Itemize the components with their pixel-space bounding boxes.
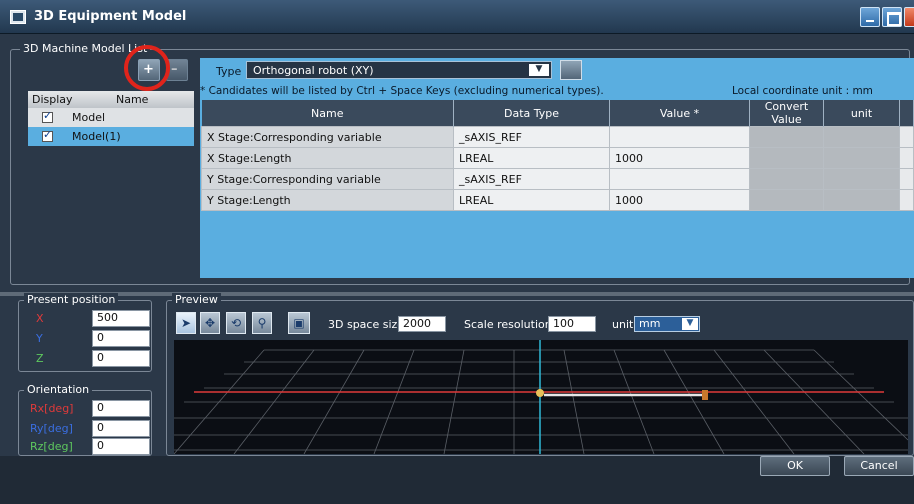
extra-column-header [899,100,914,127]
rx-label: Rx[deg] [30,402,74,415]
unit-label: unit [612,318,634,331]
model-list-row[interactable]: Model(1) [28,127,194,146]
delete-icon: – [171,62,178,77]
param-name: Y Stage:Corresponding variable [201,168,454,190]
stage-end-marker [702,390,708,400]
table-row[interactable]: X Stage:Length LREAL 1000 [201,147,914,169]
model-name: Model(1) [72,130,121,143]
scale-resolution-label: Scale resolution [464,318,552,331]
convert-value-cell [749,126,824,148]
param-value-input[interactable]: 1000 [609,189,750,211]
extra-cell [899,168,914,190]
display-column-header: Display [32,93,73,106]
rz-input[interactable]: 0 [92,438,150,455]
ok-button[interactable]: OK [760,456,830,476]
type-label: Type [216,65,242,78]
rotate-icon[interactable]: ⟲ [226,312,246,334]
candidates-note: * Candidates will be listed by Ctrl + Sp… [200,85,604,97]
value-column-header: Value * [609,100,750,127]
extra-cell [899,126,914,148]
display-checkbox[interactable] [42,109,53,123]
z-label: Z [36,352,44,365]
model-name: Model [72,111,106,124]
param-value-input[interactable]: 1000 [609,147,750,169]
app-window-icon [10,10,26,24]
table-row[interactable]: Y Stage:Corresponding variable _sAXIS_RE… [201,168,914,190]
y-label: Y [36,332,43,345]
ry-label: Ry[deg] [30,422,73,435]
maximize-button[interactable] [882,7,902,27]
cancel-button[interactable]: Cancel [844,456,914,476]
extra-cell [899,189,914,211]
zoom-icon[interactable]: ⚲ [252,312,272,334]
close-button[interactable] [904,7,914,27]
minimize-button[interactable] [860,7,880,27]
space-size-input[interactable]: 2000 [398,316,446,332]
y-position-input[interactable]: 0 [92,330,150,347]
name-column-header: Name [116,93,149,106]
unit-dropdown[interactable]: mm ▼ [634,316,700,332]
unit-cell [823,126,900,148]
table-row[interactable]: X Stage:Corresponding variable _sAXIS_RE… [201,126,914,148]
preview-label: Preview [172,293,221,306]
select-arrow-icon[interactable]: ➤ [176,312,196,334]
data-type-column-header: Data Type [453,100,610,127]
z-position-input[interactable]: 0 [92,350,150,367]
param-name: X Stage:Length [201,147,454,169]
display-checkbox[interactable] [42,128,53,142]
orientation-label: Orientation [24,383,93,396]
param-name: X Stage:Corresponding variable [201,126,454,148]
convert-value-cell [749,168,824,190]
type-dropdown[interactable]: Orthogonal robot (XY) ▼ [246,61,552,79]
convert-value-cell [749,147,824,169]
chevron-down-icon[interactable]: ▼ [682,318,698,330]
model-list-header: Display Name [28,91,194,108]
param-type: _sAXIS_REF [453,126,610,148]
unit-column-header: unit [823,100,900,127]
rx-input[interactable]: 0 [92,400,150,417]
unit-cell [823,168,900,190]
local-coordinate-unit: Local coordinate unit : mm [732,85,873,97]
parameter-table: Name Data Type Value * Convert Value uni… [201,100,914,211]
unit-value: mm [639,317,661,330]
param-value-input[interactable] [609,168,750,190]
model-list-row[interactable]: Model [28,108,194,127]
param-type: LREAL [453,189,610,211]
param-name: Y Stage:Length [201,189,454,211]
convert-value-cell [749,189,824,211]
param-value-input[interactable] [609,126,750,148]
chevron-down-icon[interactable]: ▼ [529,64,549,76]
x-label: X [36,312,44,325]
ry-input[interactable]: 0 [92,420,150,437]
pan-icon[interactable]: ✥ [200,312,220,334]
x-position-input[interactable]: 500 [92,310,150,327]
type-value: Orthogonal robot (XY) [253,64,374,77]
3d-view-icon[interactable]: ▣ [288,312,310,334]
table-row[interactable]: Y Stage:Length LREAL 1000 [201,189,914,211]
window-titlebar: 3D Equipment Model [0,0,914,34]
highlight-circle [124,45,170,91]
param-type: LREAL [453,147,610,169]
window-title: 3D Equipment Model [34,9,187,24]
name-column-header: Name [201,100,454,127]
table-header-row: Name Data Type Value * Convert Value uni… [201,100,914,127]
unit-cell [823,189,900,211]
convert-value-column-header: Convert Value [749,100,824,127]
type-settings-button[interactable] [560,60,582,80]
scale-resolution-input[interactable]: 100 [548,316,596,332]
grid-plane [174,349,908,454]
unit-cell [823,147,900,169]
preview-3d-canvas[interactable] [174,340,908,454]
preview-3d-svg [174,340,908,454]
origin-marker [536,389,544,397]
rz-label: Rz[deg] [30,440,73,453]
param-type: _sAXIS_REF [453,168,610,190]
present-position-label: Present position [24,293,119,306]
extra-cell [899,147,914,169]
space-size-label: 3D space size [328,318,405,331]
